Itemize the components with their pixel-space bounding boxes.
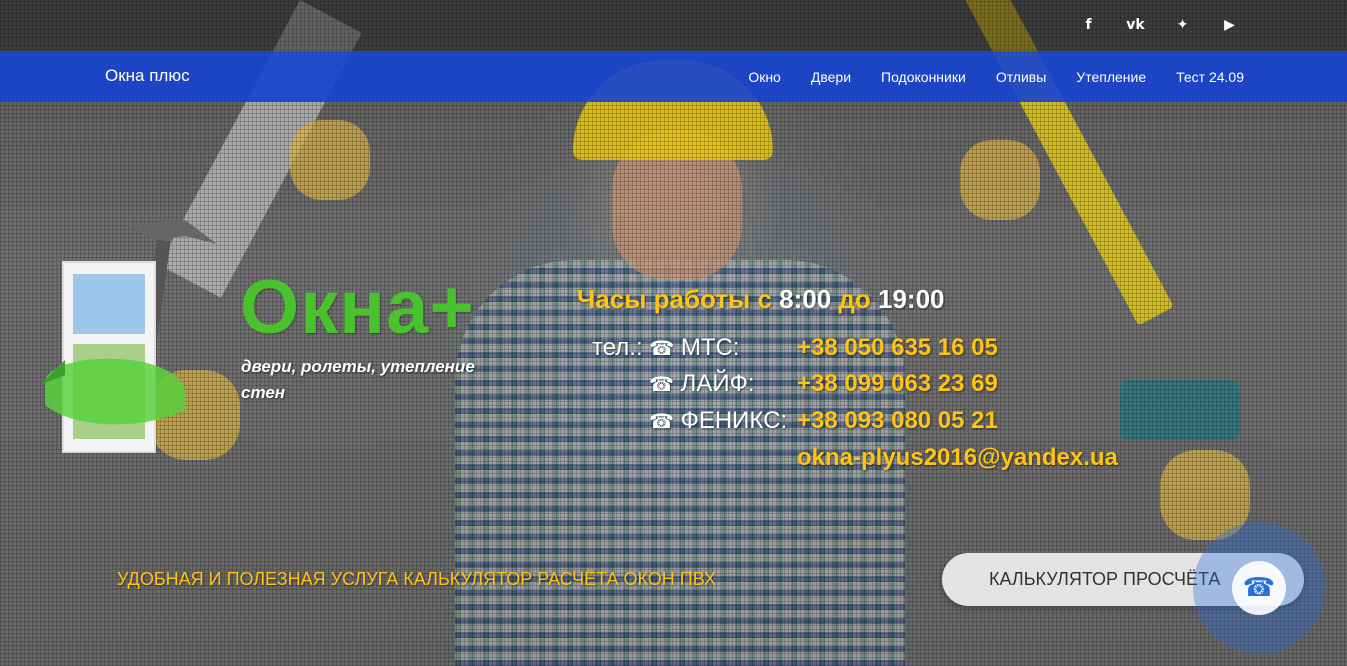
site-brand-link[interactable]: Окна плюс — [105, 66, 190, 86]
tel-label: тел.: — [592, 334, 643, 361]
hours-prefix: Часы работы с — [577, 284, 780, 314]
operator-label: ФЕНИКС: — [680, 407, 788, 434]
nav-item-okno[interactable]: Окно — [748, 69, 781, 85]
nav-item-uteplenie[interactable]: Утепление — [1076, 69, 1146, 85]
nav-item-otlivy[interactable]: Отливы — [996, 69, 1046, 85]
facebook-icon[interactable]: f — [1065, 14, 1112, 36]
logo-subtitle: двери, ролеты, утепление стен — [241, 357, 475, 402]
calculator-tagline: УДОБНАЯ И ПОЛЕЗНАЯ УСЛУГА КАЛЬКУЛЯТОР РА… — [117, 569, 716, 589]
logo-title: Окна+ — [240, 265, 475, 350]
phone-icon: ☎ — [649, 336, 675, 360]
nav-item-dveri[interactable]: Двери — [811, 69, 851, 85]
phone-number-life[interactable]: +38 099 063 23 69 — [797, 370, 998, 398]
phone-icon: ☎ — [649, 409, 674, 433]
main-navbar: Окна плюс Окно Двери Подоконники Отливы … — [0, 51, 1347, 102]
contact-row-life: ☎ ЛАЙФ: — [649, 370, 755, 398]
contact-row-mts: тел.: ☎ МТС: — [592, 334, 740, 362]
window-logo-icon — [40, 220, 217, 453]
nav-item-podokonniki[interactable]: Подоконники — [881, 69, 966, 85]
twitter-icon[interactable]: ✦ — [1159, 14, 1206, 36]
nav-menu: Окно Двери Подоконники Отливы Утепление … — [718, 51, 1244, 102]
working-hours: Часы работы с 8:00 до 19:00 — [577, 284, 945, 315]
social-bar: f vk ✦ ▶ — [0, 0, 1347, 51]
operator-label: МТС: — [680, 334, 740, 361]
email-link[interactable]: okna-plyus2016@yandex.ua — [797, 444, 1118, 472]
callback-phone-icon[interactable]: ☎ — [1232, 561, 1286, 615]
phone-number-feniks[interactable]: +38 093 080 05 21 — [797, 407, 998, 435]
contact-row-feniks: ☎ ФЕНИКС: — [649, 407, 787, 435]
operator-label: ЛАЙФ: — [680, 370, 755, 397]
youtube-icon[interactable]: ▶ — [1206, 14, 1253, 36]
phone-number-mts[interactable]: +38 050 635 16 05 — [797, 334, 998, 362]
nav-item-test[interactable]: Тест 24.09 — [1176, 69, 1244, 85]
hours-to: 19:00 — [878, 284, 945, 314]
hours-mid: до — [831, 284, 878, 314]
phone-icon: ☎ — [649, 372, 674, 396]
vk-icon[interactable]: vk — [1112, 14, 1159, 36]
social-links: f vk ✦ ▶ — [1065, 14, 1253, 36]
hours-from: 8:00 — [779, 284, 832, 314]
